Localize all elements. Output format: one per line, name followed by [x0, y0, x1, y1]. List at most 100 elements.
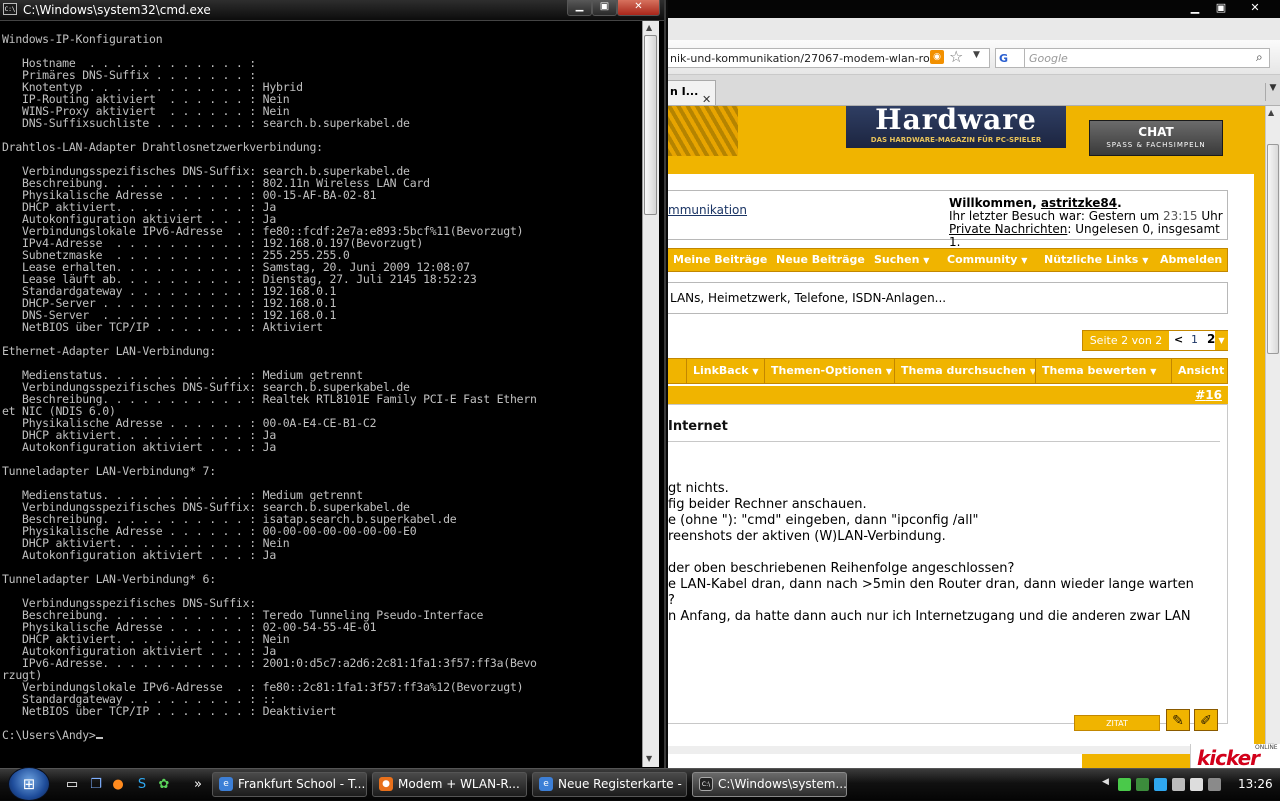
- task-new-tab[interactable]: e Neue Registerkarte - ...: [532, 772, 687, 797]
- nav-new-posts[interactable]: Neue Beiträge: [776, 253, 865, 266]
- start-button[interactable]: ⊞: [8, 767, 50, 801]
- bookmark-star-icon[interactable]: ☆: [949, 47, 963, 66]
- search-input[interactable]: Google: [1024, 48, 1270, 68]
- url-dropdown-icon[interactable]: ▼: [973, 50, 980, 60]
- console-line: Autokonfiguration aktiviert . . . : Ja: [2, 440, 277, 454]
- nav-logout[interactable]: Abmelden: [1160, 253, 1222, 266]
- browser-maximize-button[interactable]: ▣: [1208, 1, 1234, 15]
- skype-tray-icon[interactable]: [1154, 778, 1167, 791]
- rss-icon[interactable]: ◉: [930, 50, 944, 64]
- task-modem-wlan[interactable]: ● Modem + WLAN-R...: [372, 772, 527, 797]
- tool-linkback[interactable]: LinkBack ▼: [686, 359, 764, 383]
- chevron-down-icon: ▼: [1228, 367, 1235, 376]
- page-label[interactable]: Seite 2 von 2: [1083, 331, 1169, 350]
- chevron-down-icon: ▼: [1150, 367, 1157, 376]
- search-engine-selector[interactable]: G: [995, 48, 1025, 68]
- close-button[interactable]: ✕: [617, 0, 660, 16]
- scroll-up-icon[interactable]: ▲: [1268, 108, 1274, 117]
- last-visit-time: 23:15: [1162, 209, 1198, 223]
- window-switcher-icon[interactable]: ❐: [88, 777, 104, 793]
- nav-useful-links-label: Nützliche Links: [1044, 253, 1139, 266]
- prev-page-link[interactable]: <: [1174, 333, 1183, 346]
- breadcrumb-link[interactable]: mmunikation: [668, 203, 747, 217]
- cmd-titlebar[interactable]: C:\ C:\Windows\system32\cmd.exe ▁ ▣ ✕: [0, 0, 664, 21]
- browser-navbar: nik-und-kommunikation/27067-modem-wlan-r…: [668, 40, 1280, 75]
- firefox-icon[interactable]: ●: [110, 777, 126, 793]
- security-tray-icon[interactable]: [1136, 778, 1149, 791]
- chevron-down-icon: ▼: [1021, 256, 1028, 265]
- user-link[interactable]: astritzke84: [1041, 196, 1117, 210]
- icq-tray-icon[interactable]: [1118, 778, 1131, 791]
- tool-rate-thread[interactable]: Thema bewerten ▼: [1035, 359, 1171, 383]
- kicker-badge[interactable]: kicker ONLINE: [1190, 744, 1280, 768]
- console-line: NetBIOS über TCP/IP . . . . . . . : Deak…: [2, 704, 337, 718]
- quicklaunch-more-icon[interactable]: »: [190, 777, 206, 793]
- scroll-down-icon[interactable]: ▼: [646, 754, 652, 763]
- welcome-suffix: .: [1117, 196, 1122, 210]
- system-tray: ◀ 13:26: [1100, 771, 1280, 799]
- site-logo[interactable]: Hardware DAS HARDWARE-MAGAZIN FÜR PC-SPI…: [846, 106, 1066, 148]
- console-line: Windows-IP-Konfiguration: [2, 33, 163, 46]
- pagination: Seite 2 von 2 < 1 2 ▼: [1082, 330, 1228, 351]
- tool-view[interactable]: Ansicht ▼: [1171, 359, 1234, 383]
- scroll-up-icon[interactable]: ▲: [646, 23, 652, 32]
- skype-icon[interactable]: S: [134, 777, 150, 793]
- scrollbar-thumb[interactable]: [1267, 144, 1279, 354]
- search-icon[interactable]: ⌕: [1256, 50, 1263, 65]
- minimize-button[interactable]: ▁: [567, 0, 592, 16]
- browser-tab[interactable]: n I... ✕: [668, 80, 716, 106]
- tool-thread-options[interactable]: Themen-Optionen ▼: [764, 359, 894, 383]
- task-label: C:\Windows\system...: [718, 777, 847, 791]
- cmd-window: C:\ C:\Windows\system32\cmd.exe ▁ ▣ ✕ Wi…: [0, 0, 666, 768]
- console-output[interactable]: Windows-IP-Konfiguration Hostname . . . …: [2, 33, 642, 768]
- kicker-online-label: ONLINE: [1255, 744, 1278, 751]
- task-frankfurt-school[interactable]: e Frankfurt School - T...: [212, 772, 367, 797]
- chat-button[interactable]: CHAT SPASS & FACHSIMPELN: [1089, 120, 1223, 156]
- welcome-prefix: Willkommen,: [949, 196, 1041, 210]
- show-desktop-icon[interactable]: ▭: [64, 777, 80, 793]
- web-page: Hardware DAS HARDWARE-MAGAZIN FÜR PC-SPI…: [668, 106, 1268, 768]
- welcome-box: mmunikation Willkommen, astritzke84. Ihr…: [668, 190, 1228, 249]
- page-jump-chevron-icon[interactable]: ▼: [1215, 331, 1228, 350]
- post-line: fig beider Rechner anschauen.: [668, 497, 867, 512]
- page-1-link[interactable]: 1: [1191, 333, 1198, 346]
- nav-community[interactable]: Community ▼: [947, 253, 1027, 266]
- network-tray-icon[interactable]: [1172, 778, 1185, 791]
- power-tray-icon[interactable]: [1208, 778, 1221, 791]
- browser-minimize-button[interactable]: ▁: [1182, 1, 1208, 15]
- tool-label: Ansicht: [1178, 364, 1225, 377]
- nav-search[interactable]: Suchen ▼: [874, 253, 929, 266]
- tab-list-chevron-icon[interactable]: ▼: [1265, 83, 1280, 101]
- nav-my-posts[interactable]: Meine Beiträge: [673, 253, 767, 266]
- tool-label: Themen-Optionen: [771, 364, 883, 377]
- chevron-down-icon: ▼: [752, 367, 759, 376]
- nav-useful-links[interactable]: Nützliche Links ▼: [1044, 253, 1148, 266]
- scrollbar-thumb[interactable]: [644, 35, 657, 215]
- browser-close-button[interactable]: ✕: [1242, 1, 1268, 15]
- console-scrollbar[interactable]: ▲ ▼: [642, 21, 659, 767]
- private-messages-link[interactable]: Private Nachrichten: [949, 222, 1067, 236]
- volume-tray-icon[interactable]: [1190, 778, 1203, 791]
- icq-icon[interactable]: ✿: [156, 777, 172, 793]
- multi-quote-icon[interactable]: ✎: [1166, 709, 1190, 731]
- task-label: Neue Registerkarte - ...: [558, 777, 687, 791]
- console-line: DNS-Suffixsuchliste . . . . . . . : sear…: [2, 116, 410, 130]
- tool-search-thread[interactable]: Thema durchsuchen ▼: [894, 359, 1036, 383]
- browser-menubar: [668, 18, 1280, 40]
- page-scrollbar[interactable]: ▲ ▼: [1265, 106, 1280, 754]
- kicker-logo: kicker: [1197, 746, 1260, 768]
- edit-icon[interactable]: ✐: [1194, 709, 1218, 731]
- logo-subtitle: DAS HARDWARE-MAGAZIN FÜR PC-SPIELER: [870, 136, 1042, 144]
- tool-label: Thema bewerten: [1042, 364, 1147, 377]
- post-number: 16: [1205, 388, 1222, 402]
- forum-navbar: Meine Beiträge Neue Beiträge Suchen ▼ Co…: [668, 248, 1228, 272]
- quote-button[interactable]: ZITAT: [1074, 715, 1160, 731]
- forum-content: mmunikation Willkommen, astritzke84. Ihr…: [668, 174, 1254, 768]
- maximize-button[interactable]: ▣: [592, 0, 617, 16]
- clock[interactable]: 13:26: [1238, 777, 1273, 791]
- task-cmd[interactable]: C:\ C:\Windows\system...: [692, 772, 847, 797]
- console-line: Autokonfiguration aktiviert . . . : Ja: [2, 548, 277, 562]
- tray-expand-icon[interactable]: ◀: [1102, 777, 1109, 787]
- post-number-link[interactable]: #16: [1195, 388, 1222, 402]
- horizontal-scrollbar[interactable]: [668, 746, 1265, 754]
